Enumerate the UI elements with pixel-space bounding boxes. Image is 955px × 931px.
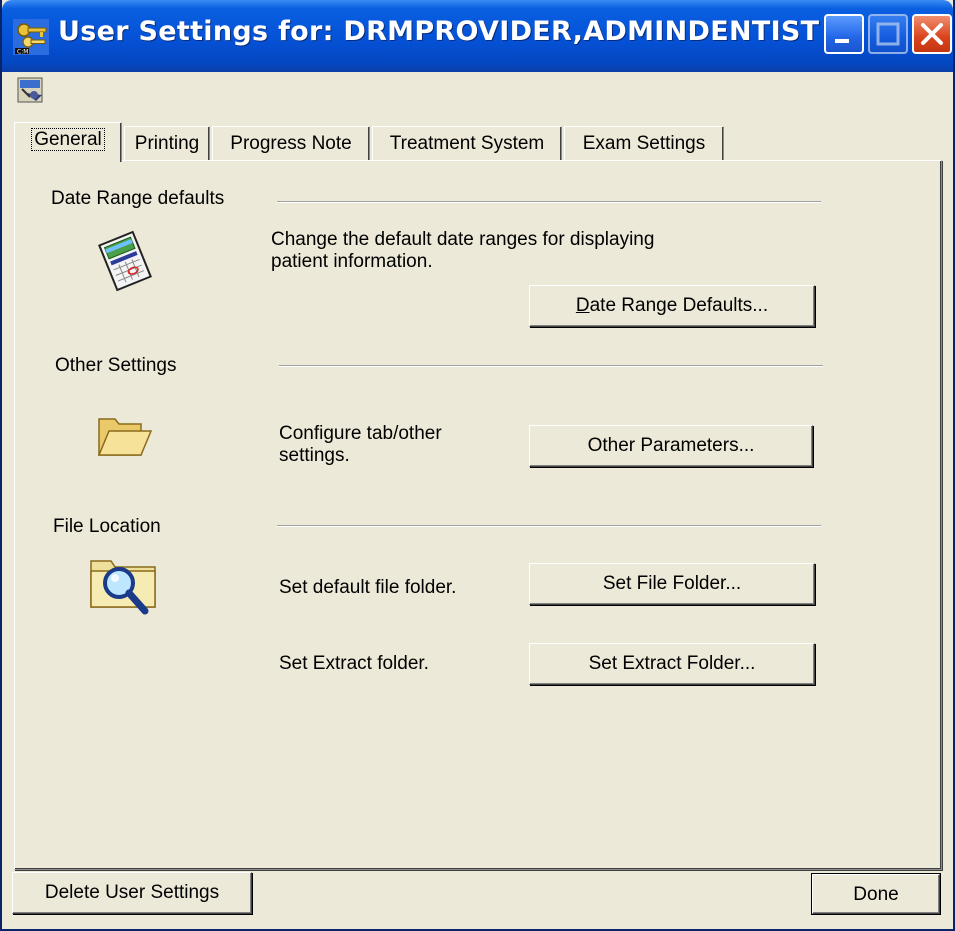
other-settings-description-line2: settings. [279,445,350,466]
calendar-icon [98,230,152,292]
other-settings-description: Configure tab/other settings. [279,423,442,467]
maximize-icon [876,22,900,46]
tab-printing[interactable]: Printing [124,126,210,162]
delete-user-settings-button[interactable]: Delete User Settings [12,872,252,914]
other-settings-description-line1: Configure tab/other [279,423,442,444]
set-file-folder-button[interactable]: Set File Folder... [529,563,815,605]
date-range-section-label: Date Range defaults [51,188,225,209]
tab-exam-settings[interactable]: Exam Settings [564,126,724,162]
title-bar[interactable]: C:M User Settings for: DRMPROVIDER,ADMIN… [2,0,953,72]
date-range-defaults-button[interactable]: Date Range Defaults... [529,285,815,327]
tab-general[interactable]: General [14,122,122,162]
file-location-separator [277,525,821,527]
toolbar-settings-icon[interactable] [16,75,56,105]
tab-exam-settings-label: Exam Settings [582,133,706,154]
tab-progress-note[interactable]: Progress Note [212,126,370,162]
close-icon [921,23,943,45]
tab-printing-label: Printing [134,133,200,154]
done-button[interactable]: Done [811,873,941,915]
maximize-button[interactable] [868,14,908,54]
svg-text:C:M: C:M [17,49,28,56]
folder-icon [97,418,153,456]
date-range-button-mnemonic: D [575,295,590,316]
file-location-section-label: File Location [53,516,161,537]
date-range-button-label: ate Range Defaults... [589,295,769,316]
date-range-separator [277,201,821,203]
tab-general-label: General [31,128,105,151]
general-tab-panel: Date Range defaults Change the default d… [14,160,942,870]
file-folder-description: Set default file folder. [279,577,457,598]
set-extract-folder-button[interactable]: Set Extract Folder... [529,643,815,685]
tab-treatment-system-label: Treatment System [389,133,545,154]
tab-treatment-system[interactable]: Treatment System [372,126,562,162]
date-range-description-line2: patient information. [271,251,433,272]
minimize-icon [835,39,849,43]
tab-progress-note-label: Progress Note [230,133,352,154]
other-parameters-button[interactable]: Other Parameters... [529,425,813,467]
user-settings-window: C:M User Settings for: DRMPROVIDER,ADMIN… [0,0,955,931]
window-title: User Settings for: DRMPROVIDER,ADMINDENT… [58,16,820,47]
other-settings-separator [279,365,823,367]
other-settings-section-label: Other Settings [55,355,177,376]
minimize-button[interactable] [824,14,864,54]
extract-folder-description: Set Extract folder. [279,653,429,674]
search-folder-icon [90,560,156,615]
close-button[interactable] [912,14,952,54]
date-range-description: Change the default date ranges for displ… [271,229,654,273]
date-range-description-line1: Change the default date ranges for displ… [271,229,655,250]
keys-icon: C:M [13,19,49,56]
